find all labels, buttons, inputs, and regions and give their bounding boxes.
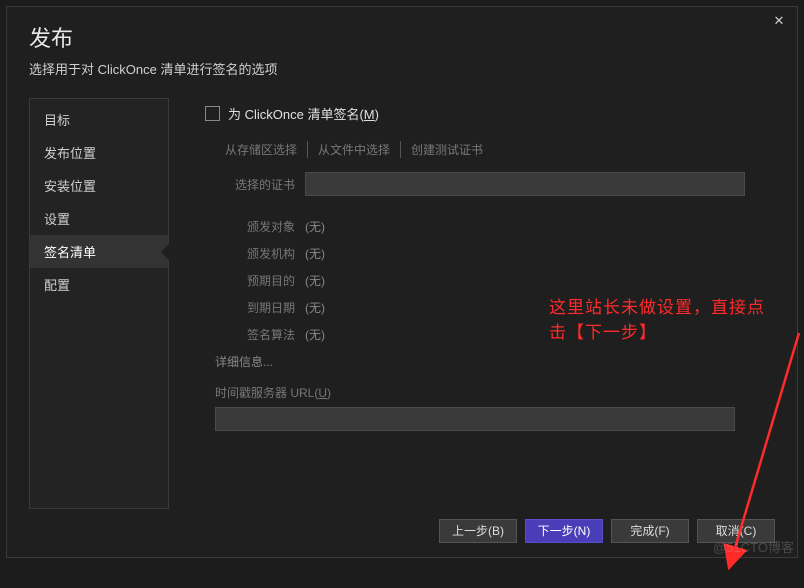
sidebar-item-signing-manifest[interactable]: 签名清单 bbox=[30, 235, 168, 268]
sign-manifest-label: 为 ClickOnce 清单签名(M) bbox=[228, 104, 379, 123]
sign-manifest-checkbox-row: 为 ClickOnce 清单签名(M) bbox=[205, 104, 765, 123]
page-title: 发布 bbox=[29, 21, 775, 53]
sidebar-item-publish-location[interactable]: 发布位置 bbox=[30, 136, 168, 169]
watermark: @51CTO博客 bbox=[713, 537, 794, 556]
sidebar-item-settings[interactable]: 设置 bbox=[30, 202, 168, 235]
tab-from-file[interactable]: 从文件中选择 bbox=[308, 141, 401, 158]
publish-dialog: ✕ 发布 选择用于对 ClickOnce 清单进行签名的选项 目标 发布位置 安… bbox=[6, 6, 798, 558]
sidebar: 目标 发布位置 安装位置 设置 签名清单 配置 bbox=[29, 98, 169, 509]
main-panel: 为 ClickOnce 清单签名(M) 从存储区选择 从文件中选择 创建测试证书… bbox=[169, 98, 775, 509]
details-link[interactable]: 详细信息... bbox=[205, 353, 765, 370]
sidebar-item-config[interactable]: 配置 bbox=[30, 268, 168, 301]
sidebar-item-install-location[interactable]: 安装位置 bbox=[30, 169, 168, 202]
cert-source-tabs: 从存储区选择 从文件中选择 创建测试证书 bbox=[205, 141, 765, 158]
content-area: 目标 发布位置 安装位置 设置 签名清单 配置 为 ClickOnce 清单签名… bbox=[7, 88, 797, 509]
dialog-footer: 上一步(B) 下一步(N) 完成(F) 取消(C) bbox=[7, 509, 797, 557]
close-icon[interactable]: ✕ bbox=[769, 11, 789, 31]
annotation-text: 这里站长未做设置，直接点击【下一步】 bbox=[549, 293, 775, 343]
dialog-header: 发布 选择用于对 ClickOnce 清单进行签名的选项 bbox=[7, 7, 797, 88]
sidebar-item-target[interactable]: 目标 bbox=[30, 103, 168, 136]
timestamp-server-input[interactable] bbox=[215, 407, 735, 431]
finish-button[interactable]: 完成(F) bbox=[611, 519, 689, 543]
tab-from-store[interactable]: 从存储区选择 bbox=[215, 141, 308, 158]
timestamp-server-label: 时间戳服务器 URL(U) bbox=[205, 384, 765, 401]
field-intended-purpose: 预期目的 (无) bbox=[205, 272, 765, 289]
sign-manifest-checkbox[interactable] bbox=[205, 106, 220, 121]
tab-create-test-cert[interactable]: 创建测试证书 bbox=[401, 141, 493, 158]
field-issued-to: 颁发对象 (无) bbox=[205, 218, 765, 235]
page-subtitle: 选择用于对 ClickOnce 清单进行签名的选项 bbox=[29, 59, 775, 78]
prev-button[interactable]: 上一步(B) bbox=[439, 519, 517, 543]
selected-cert-label: 选择的证书 bbox=[205, 176, 305, 193]
selected-cert-row: 选择的证书 bbox=[205, 172, 765, 196]
selected-cert-input[interactable] bbox=[305, 172, 745, 196]
next-button[interactable]: 下一步(N) bbox=[525, 519, 603, 543]
field-issued-by: 颁发机构 (无) bbox=[205, 245, 765, 262]
